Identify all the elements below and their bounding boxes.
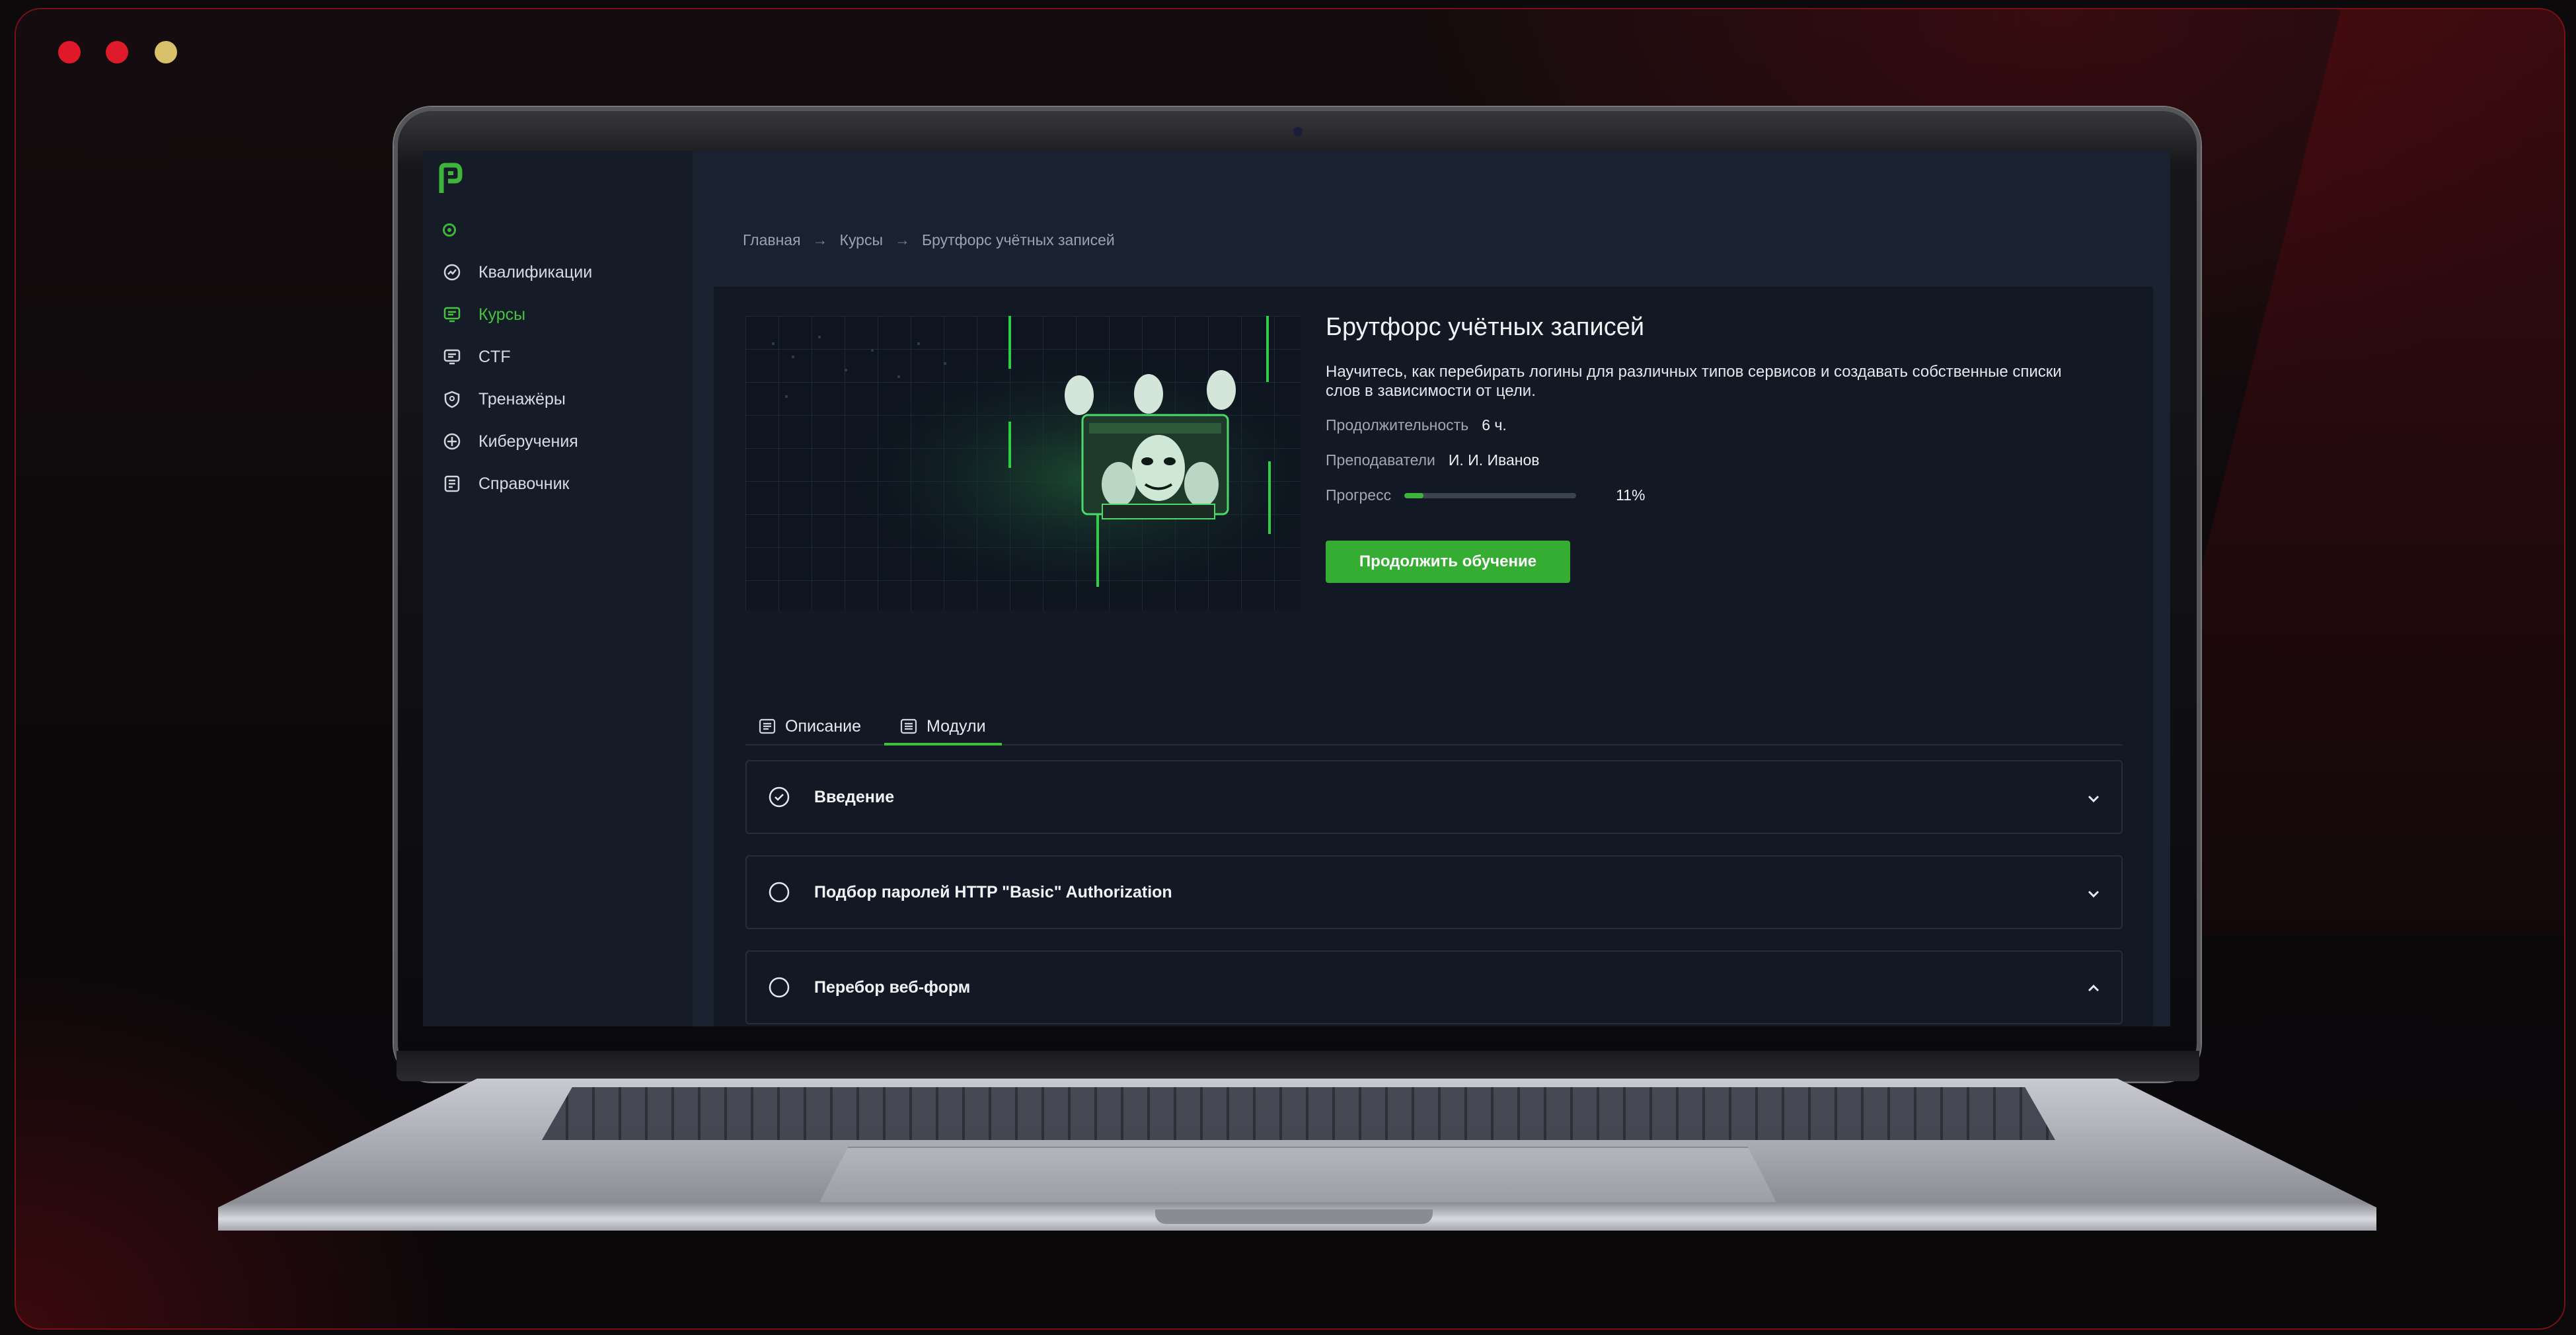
- duration-label: Продолжительность: [1326, 416, 1469, 434]
- breadcrumb-separator: →: [812, 231, 828, 248]
- sidebar: Квалификации Курсы CTF Тренажёры Киберуч…: [423, 151, 693, 1026]
- sidebar-item-qualifications[interactable]: Квалификации: [443, 251, 592, 293]
- sidebar-item-trainers[interactable]: Тренажёры: [443, 378, 592, 420]
- laptop-notch: [1155, 1209, 1433, 1224]
- courses-icon: [443, 305, 461, 324]
- window-minimize-dot[interactable]: [106, 41, 128, 63]
- breadcrumb-separator: →: [895, 231, 911, 248]
- laptop-trackpad: [819, 1147, 1776, 1202]
- module-item[interactable]: Перебор веб-форм: [745, 950, 2123, 1024]
- empty-circle-icon: [769, 977, 790, 998]
- modules-icon: [900, 718, 917, 734]
- compass-icon: [443, 432, 461, 451]
- tab-description[interactable]: Описание: [759, 710, 861, 743]
- sidebar-item-label: Квалификации: [478, 262, 593, 282]
- course-cover-image: [745, 316, 1301, 610]
- shield-icon: [443, 390, 461, 408]
- chevron-down-icon[interactable]: [2084, 789, 2103, 808]
- ctf-icon: [443, 348, 461, 366]
- sidebar-nav: Квалификации Курсы CTF Тренажёры Киберуч…: [443, 251, 592, 505]
- tab-bar: Описание Модули: [745, 710, 2123, 745]
- list-icon: [759, 718, 776, 734]
- sidebar-item-label: Курсы: [478, 305, 526, 324]
- teachers-row: Преподаватели И. И. Иванов: [1326, 451, 1540, 469]
- progress-bar-fill: [1404, 492, 1423, 498]
- course-description: Научитесь, как перебирать логины для раз…: [1326, 363, 2062, 400]
- check-circle-icon: [769, 786, 790, 808]
- sidebar-item-label: Тренажёры: [478, 389, 566, 408]
- sidebar-item-courses[interactable]: Курсы: [443, 293, 592, 336]
- chevron-up-icon[interactable]: [2084, 979, 2103, 998]
- module-item[interactable]: Введение: [745, 760, 2123, 834]
- progress-row: Прогресс 11%: [1326, 486, 1645, 504]
- progress-bar: [1404, 492, 1577, 498]
- duration-value: 6 ч.: [1482, 416, 1507, 434]
- logo-icon[interactable]: [436, 163, 463, 196]
- camera-icon: [1293, 127, 1303, 136]
- chevron-down-icon[interactable]: [2084, 884, 2103, 903]
- book-icon: [443, 475, 461, 493]
- course-title: Брутфорс учётных записей: [1326, 313, 1645, 341]
- tab-label: Описание: [785, 716, 862, 736]
- teachers-value: И. И. Иванов: [1448, 451, 1540, 469]
- empty-circle-icon: [769, 882, 790, 903]
- chart-icon: [443, 263, 461, 282]
- breadcrumb: Главная → Курсы → Брутфорс учётных запис…: [743, 231, 1115, 249]
- progress-label: Прогресс: [1326, 486, 1392, 504]
- breadcrumb-courses[interactable]: Курсы: [840, 231, 883, 249]
- tab-modules[interactable]: Модули: [884, 710, 1002, 745]
- sidebar-item-ctf[interactable]: CTF: [443, 336, 592, 378]
- window-close-dot[interactable]: [58, 41, 81, 63]
- teachers-label: Преподаватели: [1326, 451, 1435, 469]
- laptop-keyboard: [542, 1087, 2055, 1140]
- module-title: Подбор паролей HTTP "Basic" Authorizatio…: [814, 882, 1172, 901]
- progress-value: 11%: [1616, 486, 1646, 504]
- module-item[interactable]: Подбор паролей HTTP "Basic" Authorizatio…: [745, 855, 2123, 929]
- laptop-hinge: [397, 1051, 2199, 1081]
- breadcrumb-home[interactable]: Главная: [743, 231, 801, 249]
- course-panel: Брутфорс учётных записей Научитесь, как …: [714, 287, 2153, 1026]
- duration-row: Продолжительность 6 ч.: [1326, 416, 1507, 434]
- module-title: Перебор веб-форм: [814, 977, 971, 997]
- status-dot-icon: [443, 223, 456, 237]
- window-maximize-dot[interactable]: [155, 41, 177, 63]
- laptop-screen: Квалификации Курсы CTF Тренажёры Киберуч…: [423, 151, 2170, 1026]
- module-title: Введение: [814, 787, 895, 806]
- sidebar-item-reference[interactable]: Справочник: [443, 463, 592, 505]
- continue-learning-button[interactable]: Продолжить обучение: [1326, 541, 1570, 583]
- sidebar-item-label: Киберучения: [478, 432, 578, 451]
- breadcrumb-current: Брутфорс учётных записей: [922, 231, 1115, 248]
- sidebar-item-label: Справочник: [478, 474, 570, 493]
- main-content: Главная → Курсы → Брутфорс учётных запис…: [693, 151, 2170, 1026]
- sidebar-item-cyber-exercises[interactable]: Киберучения: [443, 420, 592, 463]
- tab-label: Модули: [927, 716, 986, 736]
- sidebar-item-label: CTF: [478, 347, 511, 366]
